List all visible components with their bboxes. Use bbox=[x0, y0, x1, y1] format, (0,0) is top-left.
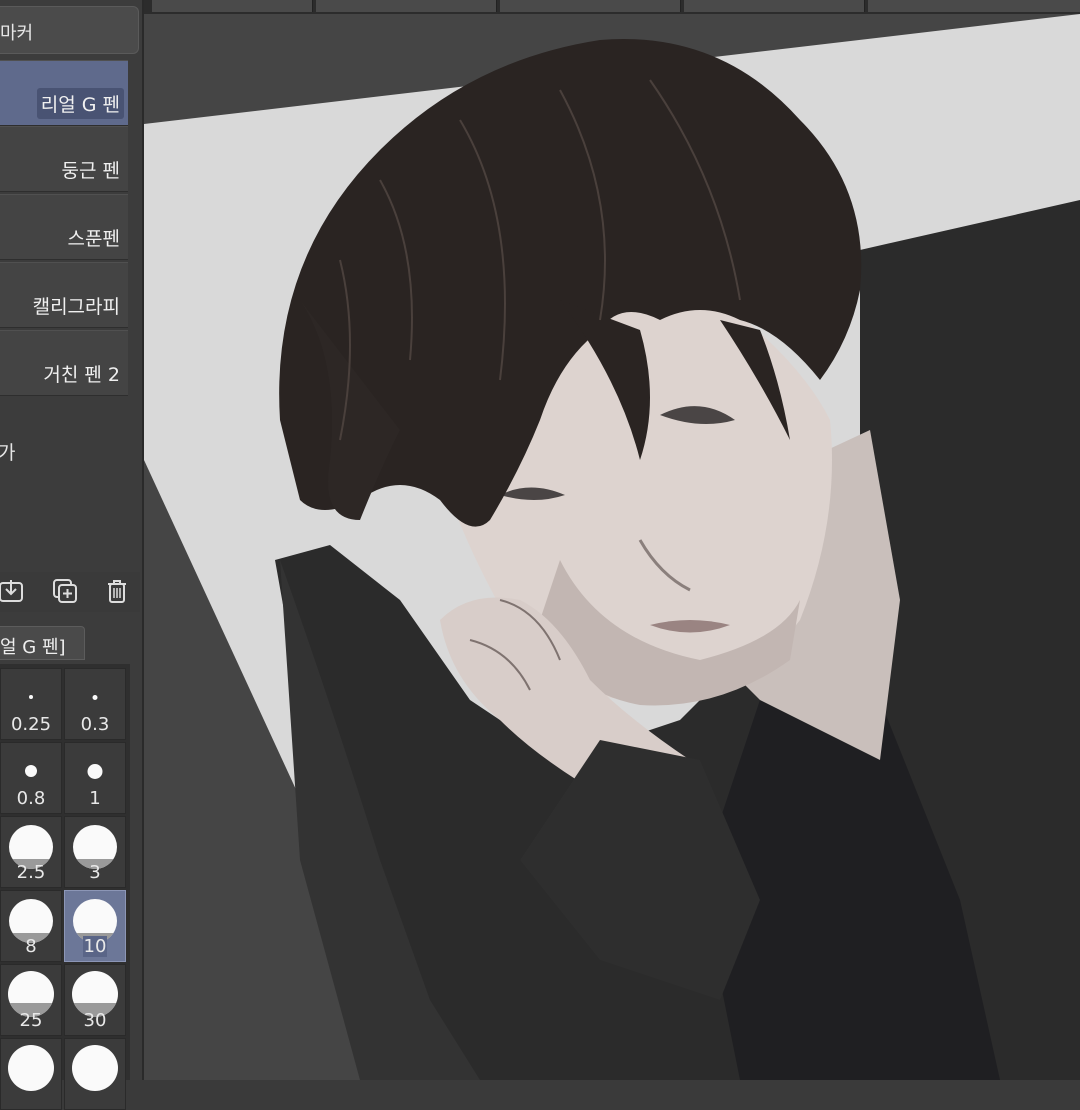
size-preview-dot bbox=[29, 695, 33, 699]
brush-label: 캘리그라피 bbox=[32, 296, 120, 318]
brush-size-value: 0.8 bbox=[16, 788, 46, 809]
brush-size-palette-label: 얼 G 펜] bbox=[0, 637, 66, 658]
brush-label: 둥근 펜 bbox=[61, 160, 120, 182]
brush-size-value: 25 bbox=[19, 1010, 43, 1031]
sub-tool-actions bbox=[0, 572, 140, 612]
artwork bbox=[144, 14, 1080, 1080]
sub-tool-group-label: 마커 bbox=[0, 23, 34, 44]
brush-size-value: 1 bbox=[89, 788, 101, 809]
brush-size-value: 8 bbox=[25, 936, 37, 957]
size-preview-dot bbox=[87, 764, 103, 779]
brush-item-real-g-pen[interactable]: 리얼 G 펜 bbox=[0, 60, 128, 126]
brush-size-value: 30 bbox=[83, 1010, 107, 1031]
duplicate-icon[interactable] bbox=[50, 576, 80, 606]
brush-size-3[interactable]: 3 bbox=[64, 816, 126, 888]
brush-size-2-5[interactable]: 2.5 bbox=[0, 816, 62, 888]
brush-size-grid: 0.25 0.3 0.8 1 2.5 3 8 10 25 30 bbox=[0, 664, 130, 1110]
document-tab[interactable] bbox=[500, 0, 681, 12]
brush-size-30[interactable]: 30 bbox=[64, 964, 126, 1036]
brush-size-25[interactable]: 25 bbox=[0, 964, 62, 1036]
brush-label: 스푼펜 bbox=[67, 228, 120, 250]
brush-size-value: 0.25 bbox=[10, 714, 52, 735]
size-preview-dot bbox=[8, 1045, 54, 1091]
document-tab[interactable] bbox=[152, 0, 313, 12]
document-tab[interactable] bbox=[316, 0, 497, 12]
brush-size-value: 0.3 bbox=[80, 714, 110, 735]
document-tab[interactable] bbox=[684, 0, 865, 12]
brush-label: 리얼 G 펜 bbox=[36, 88, 124, 119]
brush-group-extra-label: 가 bbox=[0, 442, 16, 464]
size-preview-dot bbox=[25, 765, 37, 777]
brush-size-1[interactable]: 1 bbox=[64, 742, 126, 814]
brush-size-value: 10 bbox=[83, 936, 107, 957]
brush-size-0-3[interactable]: 0.3 bbox=[64, 668, 126, 740]
brush-size-cell[interactable] bbox=[64, 1038, 126, 1110]
sub-tool-panel: 마커 리얼 G 펜 둥근 펜 스푼펜 캘리그라피 거친 펜 2 가 얼 G 펜]… bbox=[0, 0, 144, 1110]
brush-size-0-25[interactable]: 0.25 bbox=[0, 668, 62, 740]
brush-size-palette-tab[interactable]: 얼 G 펜] bbox=[0, 626, 85, 660]
size-preview-dot bbox=[72, 1045, 118, 1091]
size-preview-dot bbox=[92, 695, 98, 700]
trash-icon[interactable] bbox=[102, 576, 132, 606]
brush-size-value: 3 bbox=[89, 862, 101, 883]
brush-item-rough-pen-2[interactable]: 거친 펜 2 bbox=[0, 330, 128, 396]
document-tab[interactable] bbox=[868, 0, 1080, 12]
brush-size-8[interactable]: 8 bbox=[0, 890, 62, 962]
drawing-canvas[interactable] bbox=[144, 14, 1080, 1080]
brush-item-calligraphy[interactable]: 캘리그라피 bbox=[0, 262, 128, 328]
brush-item-round-pen[interactable]: 둥근 펜 bbox=[0, 126, 128, 192]
brush-size-value: 2.5 bbox=[16, 862, 46, 883]
brush-size-0-8[interactable]: 0.8 bbox=[0, 742, 62, 814]
brush-size-cell[interactable] bbox=[0, 1038, 62, 1110]
import-icon[interactable] bbox=[0, 576, 26, 606]
brush-label: 거친 펜 2 bbox=[43, 364, 120, 386]
document-tab-strip bbox=[142, 0, 1080, 14]
sub-tool-group-tab[interactable]: 마커 bbox=[0, 6, 139, 54]
brush-size-10[interactable]: 10 bbox=[64, 890, 126, 962]
brush-item-spoon-pen[interactable]: 스푼펜 bbox=[0, 194, 128, 260]
